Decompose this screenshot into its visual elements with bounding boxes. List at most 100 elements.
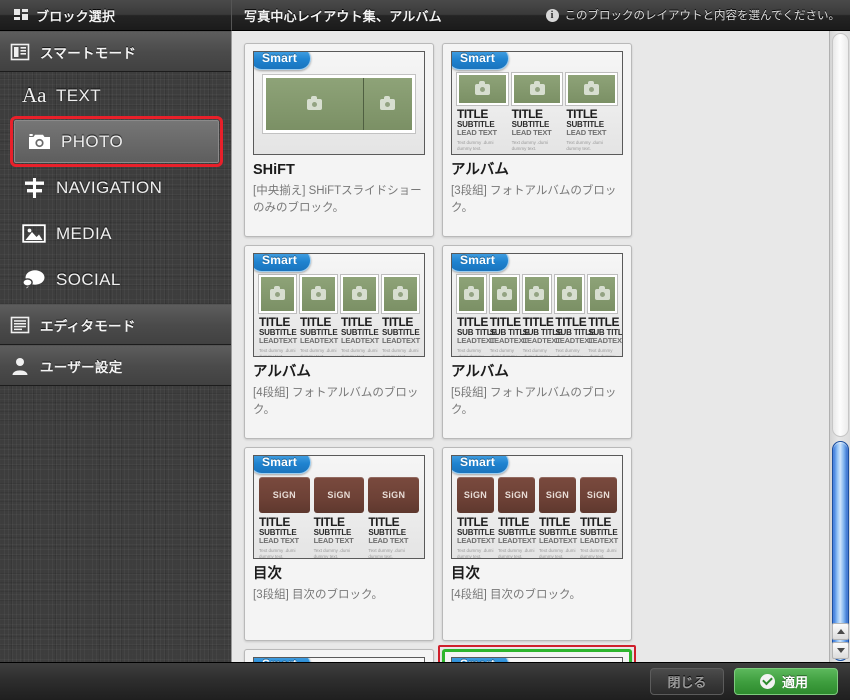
smart-badge: Smart xyxy=(452,456,510,474)
smart-badge: Smart xyxy=(254,254,312,272)
thumb-title: TITLE xyxy=(313,515,345,529)
card-thumbnail: Smart TITLE SUB TITLE LEADTEXT Text dumm… xyxy=(451,253,623,357)
thumb-lead: LEADTEXT xyxy=(300,336,338,346)
thumb-dummy: Text dummy .dumi dummy text. xyxy=(313,548,351,559)
sidebar-item-media[interactable]: MEDIA xyxy=(10,212,223,255)
sidebar-item-text[interactable]: Aa TEXT xyxy=(10,74,223,117)
sidebar-item-label: ユーザー設定 xyxy=(40,359,123,375)
thumb-title: TITLE xyxy=(259,315,290,329)
camera-icon xyxy=(27,132,61,151)
apply-button[interactable]: 適用 xyxy=(734,668,838,695)
card-title: アルバム xyxy=(451,364,509,380)
thumb-lead: LEAD TEXT xyxy=(259,536,299,546)
card-description: [3段組] 目次のブロック。 xyxy=(253,588,384,601)
thumb-dummy: Text dummy .dumi dummy text. xyxy=(341,348,378,357)
sidebar-item-label: SOCIAL xyxy=(56,269,121,289)
apply-button-label: 適用 xyxy=(781,675,808,690)
image-icon xyxy=(22,223,56,244)
sidebar-item-social[interactable]: SOCIAL xyxy=(10,258,223,301)
close-button[interactable]: 閉じる xyxy=(650,668,724,695)
document-lines-icon xyxy=(10,315,30,335)
info-icon: i xyxy=(545,8,559,22)
thumb-title: TITLE xyxy=(457,107,488,121)
block-card-grid: Smart SHiFT [中央揃え] SHiFTスライドショーのみのブロック。 xyxy=(232,31,829,662)
aa-text-icon: Aa xyxy=(22,83,47,107)
thumb-dummy: Text dummy .dumi dummy text. xyxy=(382,348,419,357)
scroll-up-button[interactable] xyxy=(832,623,849,640)
sidebar-item-smart-mode[interactable]: スマートモード xyxy=(0,31,231,72)
thumb-title: TITLE xyxy=(457,315,488,329)
sign-placeholder: SiGN xyxy=(368,477,420,513)
thumb-dummy: Text dummy .dumi dummy text. xyxy=(259,548,296,559)
card-description: [3段組] フォトアルバムのブロック。 xyxy=(451,184,617,214)
block-selector-dialog: ブロック選択 写真中心レイアウト集、アルバム i このブロックのレイアウトと内容… xyxy=(0,0,850,700)
thumb-dummy: Text dummy .dumi dummy text. xyxy=(489,348,517,357)
thumb-title: TITLE xyxy=(457,515,488,529)
card-thumbnail: Smart TITLE SUBTITLE LEAD TEXT Text dumm… xyxy=(451,51,623,155)
block-card-album-4[interactable]: Smart TITLE SUBTITLE LEADTEXT Text dummy… xyxy=(240,241,438,443)
block-card-album-5[interactable]: Smart TITLE SUB TITLE LEADTEXT Text dumm… xyxy=(438,241,636,443)
thumb-dummy: Text dummy .dumi dummy text. xyxy=(539,548,576,559)
camera-placeholder-icon xyxy=(306,95,322,110)
sign-placeholder: SiGN xyxy=(580,477,617,513)
thumb-title: TITLE xyxy=(566,107,598,121)
scrollbar-track[interactable] xyxy=(832,33,849,437)
thumb-title: TITLE xyxy=(539,515,570,529)
sidebar-item-photo[interactable]: PHOTO xyxy=(10,116,223,167)
card-title: SHiFT xyxy=(253,162,295,178)
thumb-title: TITLE xyxy=(489,315,521,329)
card-thumbnail: Smart SiGN TITLE SUBTITLE LEADTEXT Text … xyxy=(451,455,623,559)
thumb-lead: LEAD TEXT xyxy=(511,128,552,138)
hint-text: このブロックのレイアウトと内容を選んでください。 xyxy=(564,10,840,22)
scroll-down-button[interactable] xyxy=(832,642,849,659)
sidebar: スマートモード Aa TEXT PHOTO NAVIGATION MEDIA S… xyxy=(0,31,231,700)
block-card-index-5[interactable]: Smart SiGN TITLE SUB TITLE LEADTEXT Text… xyxy=(240,645,438,662)
block-card-shift[interactable]: Smart SHiFT [中央揃え] SHiFTスライドショーのみのブロック。 xyxy=(240,39,438,241)
card-title: アルバム xyxy=(451,162,509,178)
thumb-dummy: Text dummy .dumi dummy text. xyxy=(555,348,583,357)
card-thumbnail: Smart xyxy=(253,51,425,155)
thumb-lead: LEAD TEXT xyxy=(457,128,497,138)
card-title: アルバム xyxy=(253,364,311,380)
sidebar-item-editor-mode[interactable]: エディタモード xyxy=(0,304,231,345)
card-description: [中央揃え] SHiFTスライドショーのみのブロック。 xyxy=(253,184,422,214)
card-description: [4段組] 目次のブロック。 xyxy=(451,588,582,601)
thumb-lead: LEADTEXT xyxy=(555,336,594,346)
footer-left-filler xyxy=(0,662,231,700)
block-card-index-3[interactable]: Smart SiGN TITLE SUBTITLE LEAD TEXT Text… xyxy=(240,443,438,645)
vertical-scrollbar[interactable] xyxy=(829,31,850,662)
card-title: 目次 xyxy=(451,566,480,582)
sidebar-item-navigation[interactable]: NAVIGATION xyxy=(10,166,223,209)
thumb-title: TITLE xyxy=(300,315,331,329)
card-title: 目次 xyxy=(253,566,282,582)
block-card-album-3[interactable]: Smart TITLE SUBTITLE LEAD TEXT Text dumm… xyxy=(438,39,636,241)
thumb-lead: LEADTEXT xyxy=(539,536,577,546)
thumb-lead: LEADTEXT xyxy=(489,336,528,346)
block-gallery-panel: Smart SHiFT [中央揃え] SHiFTスライドショーのみのブロック。 xyxy=(231,31,850,662)
thumb-lead: LEADTEXT xyxy=(457,336,495,346)
triangle-up-icon xyxy=(836,629,845,634)
camera-placeholder-icon xyxy=(380,95,396,110)
thumb-lead: LEAD TEXT xyxy=(368,536,409,546)
sidebar-item-label: TEXT xyxy=(56,85,102,105)
thumb-dummy: Text dummy .dumi dummy text. xyxy=(498,548,535,559)
block-card-index-4[interactable]: Smart SiGN TITLE SUBTITLE LEADTEXT Text … xyxy=(438,443,636,645)
sidebar-category-list: Aa TEXT PHOTO NAVIGATION MEDIA SOCIAL xyxy=(0,74,231,301)
thumb-dummy: Text dummy .dumi dummy text. xyxy=(522,348,550,357)
block-card-banner[interactable]: Smart SiGN SiGN バナー バナーを縦にレイアウトできるブロック。 xyxy=(438,645,636,662)
dialog-title-bar-left: ブロック選択 xyxy=(0,0,231,31)
sidebar-item-label: NAVIGATION xyxy=(56,177,163,197)
thumb-dummy: Text dummy .dumi dummy text. xyxy=(580,548,617,559)
thumb-dummy: Text dummy .dumi dummy text. xyxy=(457,140,494,152)
speech-bubble-icon xyxy=(22,269,56,290)
smart-badge: Smart xyxy=(452,52,510,70)
thumb-title: TITLE xyxy=(382,315,413,329)
hint: i このブロックのレイアウトと内容を選んでください。 xyxy=(545,7,840,23)
thumb-dummy: Text dummy .dumi dummy text. xyxy=(457,548,494,559)
sign-placeholder: SiGN xyxy=(457,477,494,513)
card-description: [5段組] フォトアルバムのブロック。 xyxy=(451,386,617,416)
thumb-dummy: Text dummy .dumi dummy text. xyxy=(511,140,549,152)
thumb-title: TITLE xyxy=(368,515,400,529)
thumb-lead: LEADTEXT xyxy=(457,536,495,546)
sidebar-item-user-settings[interactable]: ユーザー設定 xyxy=(0,345,231,386)
